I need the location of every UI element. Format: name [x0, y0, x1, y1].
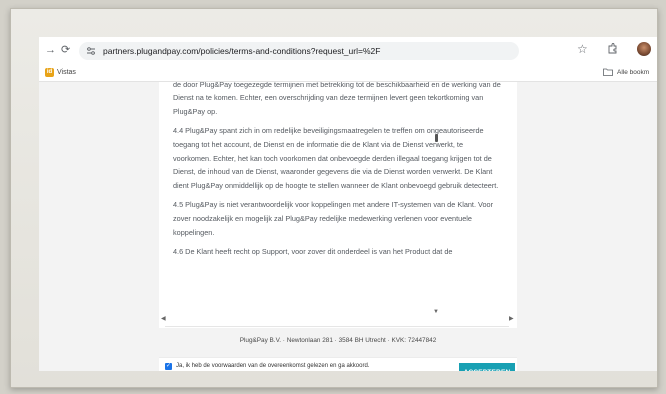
- bookmarks-bar: id Vistas Alle bookm: [39, 65, 657, 82]
- folder-icon: [603, 68, 613, 76]
- all-bookmarks-label: Alle bookm: [617, 69, 650, 76]
- consent-bar: ✓ Ja, ik heb de voorwaarden van de overe…: [159, 357, 517, 371]
- terms-paragraph: 4.6 De Klant heeft recht op Support, voo…: [173, 247, 453, 257]
- forward-icon[interactable]: →: [45, 45, 56, 56]
- bookmark-label: Vistas: [57, 69, 76, 76]
- vertical-scrollbar-thumb[interactable]: [435, 134, 438, 142]
- extensions-icon[interactable]: [607, 43, 618, 54]
- browser-toolbar: → ⟳ partners.plugandpay.com/policies/ter…: [39, 37, 657, 65]
- picture-frame: → ⟳ partners.plugandpay.com/policies/ter…: [10, 8, 658, 388]
- terms-paragraph: tussen nagaan gegevens van derden en de …: [173, 82, 501, 116]
- profile-avatar[interactable]: [637, 42, 651, 56]
- divider: [165, 326, 509, 327]
- vistas-favicon-icon: id: [45, 68, 54, 77]
- reload-icon[interactable]: ⟳: [61, 45, 70, 56]
- terms-paragraph: 4.5 Plug&Pay is niet verantwoordelijk vo…: [173, 200, 494, 237]
- scroll-down-arrow-icon[interactable]: ▼: [433, 309, 439, 315]
- terms-card: tussen nagaan gegevens van derden en de …: [159, 82, 517, 328]
- browser-window: → ⟳ partners.plugandpay.com/policies/ter…: [39, 37, 657, 371]
- consent-label: Ja, ik heb de voorwaarden van de overeen…: [176, 363, 370, 369]
- terms-scroll-area[interactable]: tussen nagaan gegevens van derden en de …: [173, 82, 503, 280]
- accept-button[interactable]: ACCEPTEREN: [459, 363, 515, 371]
- bookmark-star-icon[interactable]: ☆: [577, 43, 588, 55]
- address-bar[interactable]: partners.plugandpay.com/policies/terms-a…: [79, 42, 519, 60]
- scroll-right-arrow-icon[interactable]: ▶: [509, 316, 514, 322]
- terms-paragraph: 4.4 Plug&Pay spant zich in om redelijke …: [173, 126, 499, 190]
- page-content: tussen nagaan gegevens van derden en de …: [39, 82, 657, 371]
- url-text: partners.plugandpay.com/policies/terms-a…: [103, 46, 381, 56]
- scroll-left-arrow-icon[interactable]: ◀: [161, 316, 166, 322]
- company-address: Plug&Pay B.V. · Newtonlaan 281 · 3584 BH…: [239, 337, 437, 344]
- consent-checkbox[interactable]: ✓: [165, 363, 172, 370]
- site-info-icon[interactable]: [86, 46, 96, 56]
